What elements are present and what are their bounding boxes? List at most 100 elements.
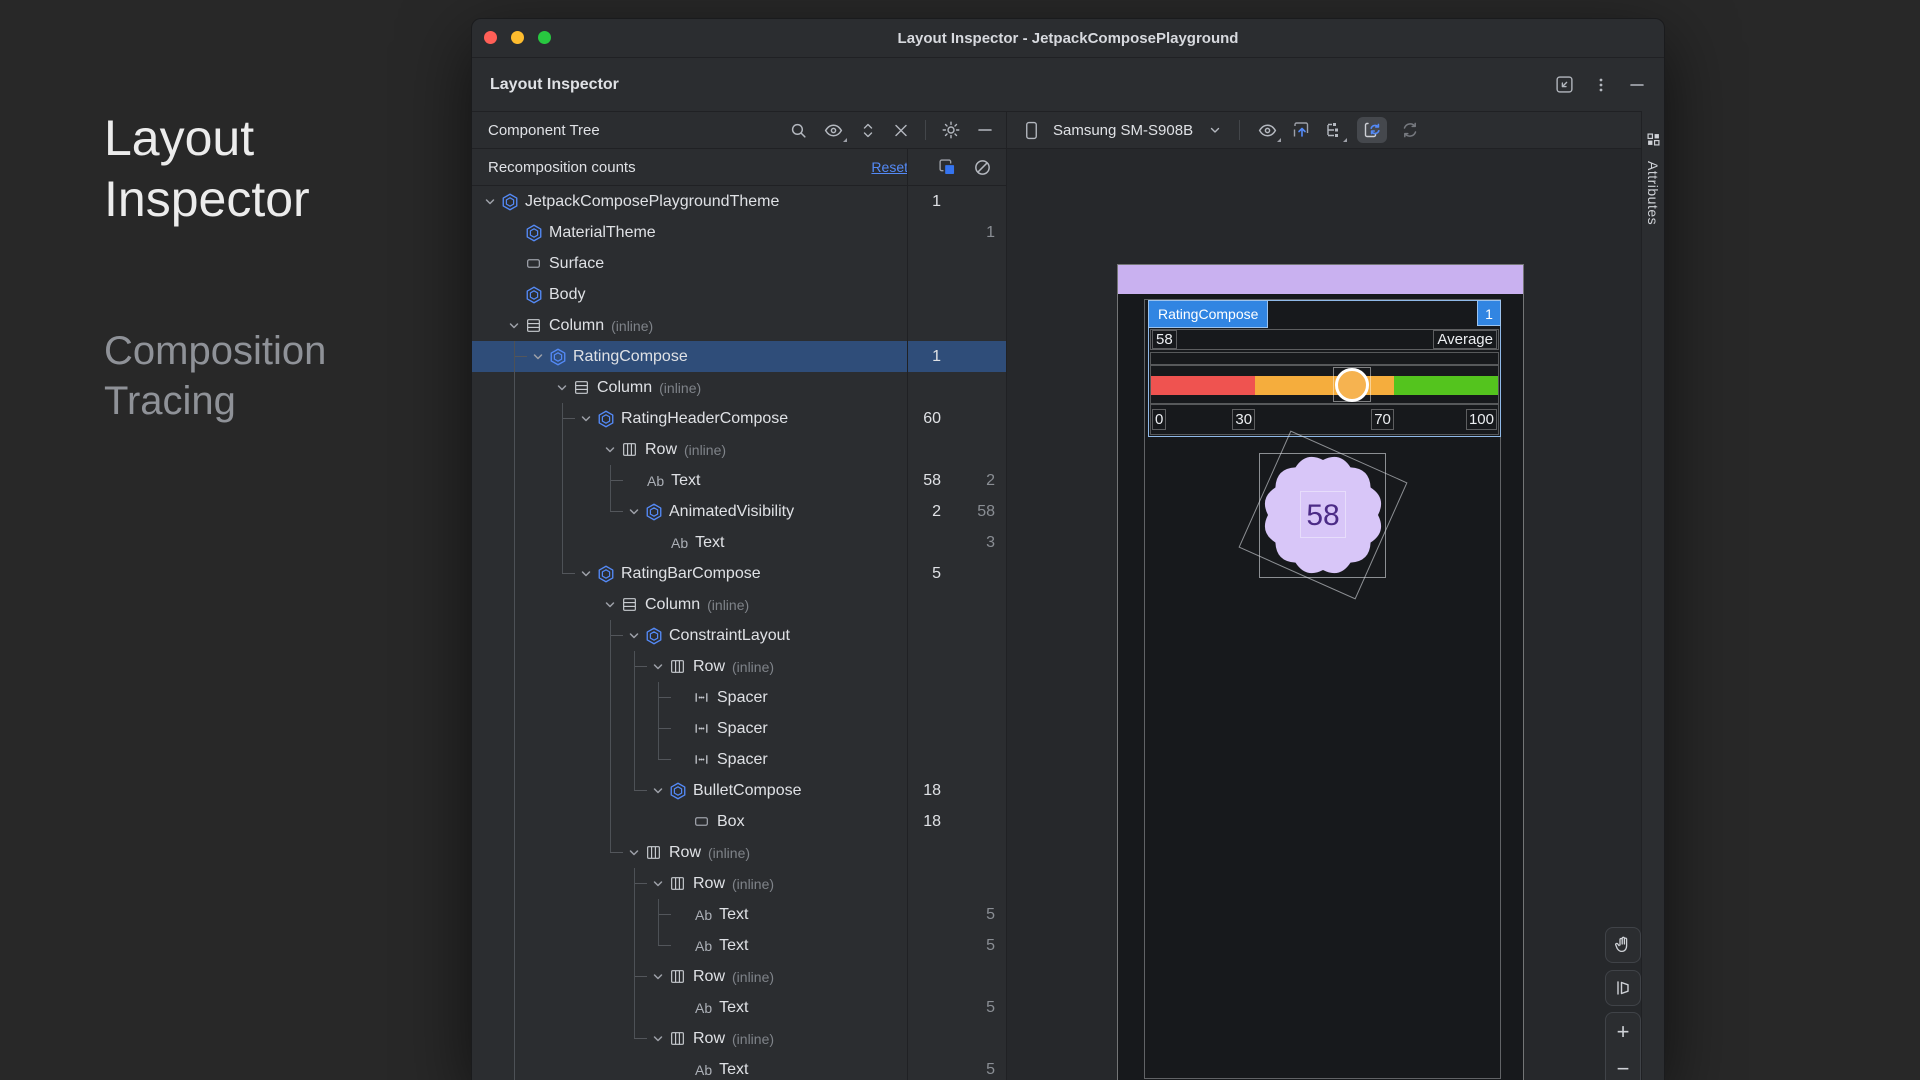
device-name[interactable]: Samsung SM-S908B <box>1053 122 1193 139</box>
tree-row[interactable]: AbText5 <box>472 1054 1006 1080</box>
tree-guide-line <box>634 651 635 790</box>
screenshot-root: { "slide": { "title_line1": "Layout", "t… <box>0 0 1920 1080</box>
tree-row[interactable]: AbText5 <box>472 930 1006 961</box>
window-titlebar: Layout Inspector - JetpackComposePlaygro… <box>472 19 1664 58</box>
tree-row[interactable]: RatingBarCompose5 <box>472 558 1006 589</box>
dock-window-icon[interactable] <box>1555 75 1574 94</box>
tree-row[interactable]: AnimatedVisibility258 <box>472 496 1006 527</box>
box-icon <box>524 255 543 272</box>
disable-counts-icon[interactable] <box>973 158 992 177</box>
chevron-down-icon[interactable] <box>552 380 572 396</box>
chevron-down-icon[interactable] <box>624 845 644 861</box>
tree-row[interactable]: AbText5 <box>472 992 1006 1023</box>
tree-filter-icon[interactable] <box>1324 120 1344 140</box>
device-preview-canvas[interactable]: RatingCompose 1 58 Average 03070100 <box>1007 149 1664 1080</box>
tree-row[interactable]: Spacer <box>472 713 1006 744</box>
tree-row-label: Body <box>549 286 585 304</box>
tree-row[interactable]: Row(inline) <box>472 837 1006 868</box>
tree-row-label: Column <box>645 596 700 614</box>
chevron-down-icon[interactable] <box>648 969 668 985</box>
tree-row[interactable]: Body <box>472 279 1006 310</box>
tree-row[interactable]: Column(inline) <box>472 310 1006 341</box>
device-screen[interactable]: RatingCompose 1 58 Average 03070100 <box>1117 264 1524 1080</box>
tree-row[interactable]: Surface <box>472 248 1006 279</box>
chevron-down-icon[interactable] <box>480 194 500 210</box>
tree-row-label: Text <box>719 906 748 924</box>
tree-row-label: Spacer <box>717 689 768 707</box>
tree-row[interactable]: BulletCompose18 <box>472 775 1006 806</box>
tree-row[interactable]: Row(inline) <box>472 434 1006 465</box>
zoom-out-icon[interactable]: − <box>1606 1050 1640 1080</box>
chevron-down-icon[interactable] <box>576 411 596 427</box>
skip-count: 2 <box>953 465 995 496</box>
chevron-down-icon[interactable] <box>528 349 548 365</box>
collapse-all-icon[interactable] <box>892 121 910 140</box>
tree-row[interactable]: Spacer <box>472 682 1006 713</box>
chevron-down-icon[interactable] <box>648 876 668 892</box>
chevron-down-icon[interactable] <box>600 442 620 458</box>
slide-title: Layout Inspector <box>104 108 326 230</box>
attributes-tab[interactable]: Attributes <box>1645 161 1661 225</box>
tree-row[interactable]: MaterialTheme1 <box>472 217 1006 248</box>
settings-icon[interactable] <box>941 120 961 140</box>
text-icon: Ab <box>695 907 712 923</box>
tree-row[interactable]: Row(inline) <box>472 1023 1006 1054</box>
zoom-in-icon[interactable]: + <box>1606 1013 1640 1050</box>
chevron-down-icon[interactable] <box>576 566 596 582</box>
reset-counts-link[interactable]: Reset <box>871 159 908 175</box>
tree-row[interactable]: AbText3 <box>472 527 1006 558</box>
chevron-down-icon[interactable] <box>648 659 668 675</box>
tree-row-label: AnimatedVisibility <box>669 503 794 521</box>
hide-panel-icon[interactable] <box>976 121 994 139</box>
tree-row-label: Row <box>693 875 725 893</box>
tree-guide-line <box>610 620 611 852</box>
rotate-3d-icon[interactable] <box>1605 970 1641 1006</box>
tree-row[interactable]: ConstraintLayout <box>472 620 1006 651</box>
more-options-icon[interactable] <box>1592 76 1610 94</box>
tree-row[interactable]: JetpackComposePlaygroundTheme1 <box>472 186 1006 217</box>
tree-row[interactable]: Row(inline) <box>472 961 1006 992</box>
tree-row[interactable]: Row(inline) <box>472 868 1006 899</box>
visibility-icon[interactable] <box>823 121 844 140</box>
tree-row[interactable]: AbText582 <box>472 465 1006 496</box>
expand-all-icon[interactable] <box>859 121 877 140</box>
component-tree: JetpackComposePlaygroundTheme1MaterialTh… <box>472 186 1006 1080</box>
chevron-down-icon[interactable] <box>648 1031 668 1047</box>
live-updates-button[interactable] <box>1357 117 1387 143</box>
tree-row[interactable]: RatingHeaderCompose60 <box>472 403 1006 434</box>
tree-row[interactable]: Column(inline) <box>472 372 1006 403</box>
export-snapshot-icon[interactable] <box>1291 120 1311 140</box>
toolbar-separator <box>925 120 926 140</box>
tree-row[interactable]: RatingCompose1 <box>472 341 1006 372</box>
column-icon <box>620 596 639 613</box>
tree-row-label: JetpackComposePlaygroundTheme <box>525 193 779 211</box>
tree-row[interactable]: Column(inline) <box>472 589 1006 620</box>
copy-counts-icon[interactable] <box>938 158 957 177</box>
tree-row[interactable]: Row(inline) <box>472 651 1006 682</box>
chevron-down-icon[interactable] <box>504 318 524 334</box>
tree-row[interactable]: Spacer <box>472 744 1006 775</box>
hide-icon[interactable] <box>1628 76 1646 94</box>
tree-connector <box>658 697 671 698</box>
rating-knob <box>1335 368 1369 402</box>
chevron-down-icon[interactable] <box>600 597 620 613</box>
tree-row-label: Text <box>719 1061 748 1079</box>
chevron-down-icon[interactable] <box>648 783 668 799</box>
chevron-down-icon[interactable] <box>624 628 644 644</box>
view-options-icon[interactable] <box>1257 121 1278 140</box>
chevron-down-icon[interactable] <box>1208 123 1222 137</box>
zoom-window-button[interactable] <box>538 31 551 44</box>
box-icon <box>692 813 711 830</box>
text-icon: Ab <box>695 1000 712 1016</box>
tree-row[interactable]: Box18 <box>472 806 1006 837</box>
visibility-dropdown-arrow <box>843 138 847 142</box>
close-window-button[interactable] <box>484 31 497 44</box>
chevron-down-icon[interactable] <box>624 504 644 520</box>
spacer-icon <box>692 720 711 737</box>
refresh-icon[interactable] <box>1400 120 1420 140</box>
pan-icon[interactable] <box>1605 927 1641 963</box>
search-icon[interactable] <box>789 121 808 140</box>
tree-row[interactable]: AbText5 <box>472 899 1006 930</box>
compose-icon <box>644 627 663 645</box>
minimize-window-button[interactable] <box>511 31 524 44</box>
